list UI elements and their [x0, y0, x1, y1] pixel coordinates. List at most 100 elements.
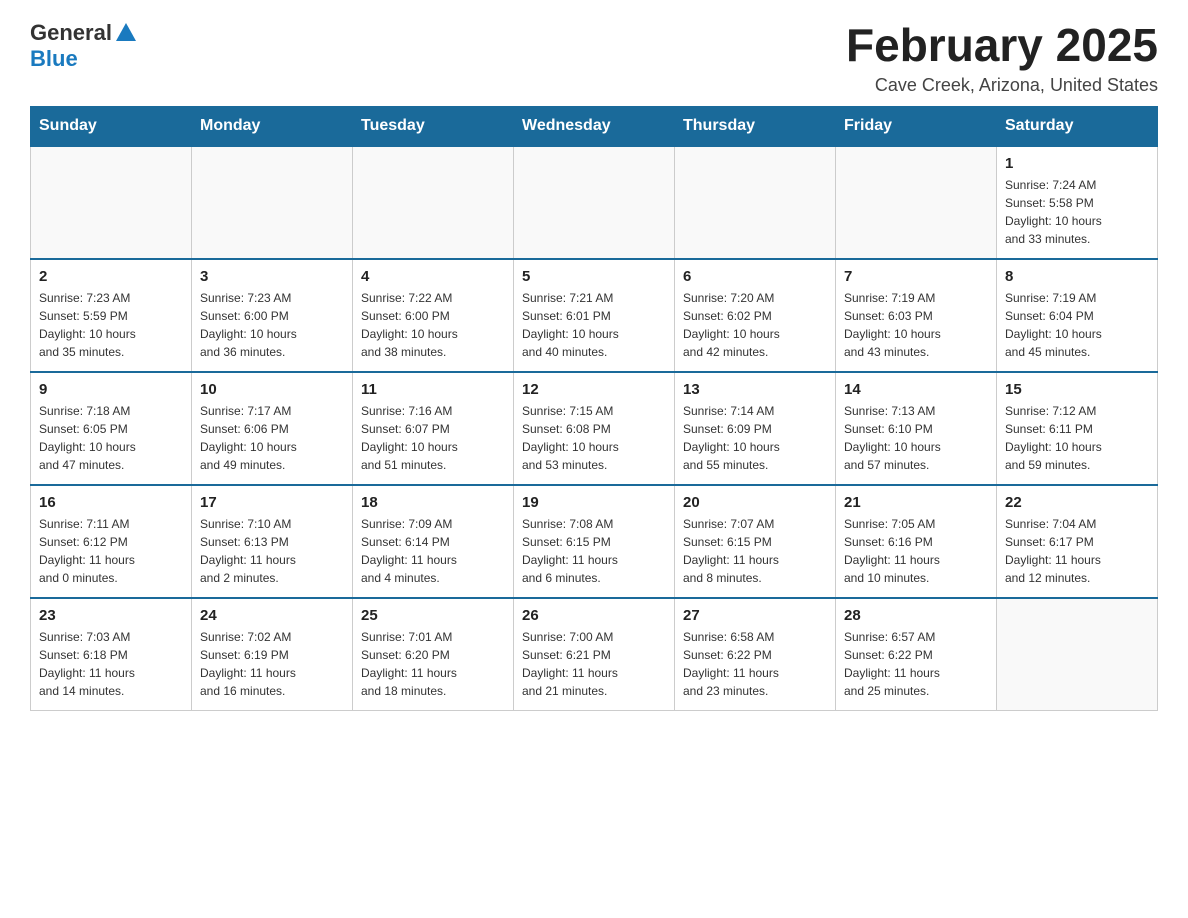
day-info: Sunrise: 7:18 AMSunset: 6:05 PMDaylight:…	[39, 402, 183, 474]
calendar-cell	[192, 146, 353, 259]
day-info: Sunrise: 6:57 AMSunset: 6:22 PMDaylight:…	[844, 628, 988, 700]
calendar-cell: 17 Sunrise: 7:10 AMSunset: 6:13 PMDayligh…	[192, 485, 353, 598]
page-header: General Blue February 2025 Cave Creek, A…	[30, 20, 1158, 96]
day-info: Sunrise: 7:15 AMSunset: 6:08 PMDaylight:…	[522, 402, 666, 474]
day-info: Sunrise: 7:24 AMSunset: 5:58 PMDaylight:…	[1005, 176, 1149, 248]
day-number: 27	[683, 607, 827, 624]
calendar-cell: 18 Sunrise: 7:09 AMSunset: 6:14 PMDayligh…	[353, 485, 514, 598]
calendar-cell	[997, 598, 1158, 711]
calendar-cell: 19 Sunrise: 7:08 AMSunset: 6:15 PMDayligh…	[514, 485, 675, 598]
month-title: February 2025	[846, 20, 1158, 71]
day-info: Sunrise: 7:08 AMSunset: 6:15 PMDaylight:…	[522, 515, 666, 587]
logo-general-label: General	[30, 20, 112, 46]
day-info: Sunrise: 7:12 AMSunset: 6:11 PMDaylight:…	[1005, 402, 1149, 474]
calendar-cell: 27 Sunrise: 6:58 AMSunset: 6:22 PMDayligh…	[675, 598, 836, 711]
header-row: SundayMondayTuesdayWednesdayThursdayFrid…	[31, 106, 1158, 146]
day-info: Sunrise: 7:00 AMSunset: 6:21 PMDaylight:…	[522, 628, 666, 700]
calendar-cell: 16 Sunrise: 7:11 AMSunset: 6:12 PMDayligh…	[31, 485, 192, 598]
day-info: Sunrise: 7:04 AMSunset: 6:17 PMDaylight:…	[1005, 515, 1149, 587]
day-number: 15	[1005, 381, 1149, 398]
day-info: Sunrise: 7:01 AMSunset: 6:20 PMDaylight:…	[361, 628, 505, 700]
calendar-cell	[675, 146, 836, 259]
calendar-cell: 7 Sunrise: 7:19 AMSunset: 6:03 PMDaylight…	[836, 259, 997, 372]
header-day-wednesday: Wednesday	[514, 106, 675, 146]
day-number: 8	[1005, 268, 1149, 285]
calendar-cell: 20 Sunrise: 7:07 AMSunset: 6:15 PMDayligh…	[675, 485, 836, 598]
week-row-2: 2 Sunrise: 7:23 AMSunset: 5:59 PMDaylight…	[31, 259, 1158, 372]
calendar-cell: 9 Sunrise: 7:18 AMSunset: 6:05 PMDaylight…	[31, 372, 192, 485]
calendar-cell: 4 Sunrise: 7:22 AMSunset: 6:00 PMDaylight…	[353, 259, 514, 372]
day-number: 3	[200, 268, 344, 285]
day-number: 20	[683, 494, 827, 511]
day-info: Sunrise: 7:17 AMSunset: 6:06 PMDaylight:…	[200, 402, 344, 474]
calendar-cell: 25 Sunrise: 7:01 AMSunset: 6:20 PMDayligh…	[353, 598, 514, 711]
day-number: 17	[200, 494, 344, 511]
calendar-cell: 22 Sunrise: 7:04 AMSunset: 6:17 PMDayligh…	[997, 485, 1158, 598]
calendar-cell: 11 Sunrise: 7:16 AMSunset: 6:07 PMDayligh…	[353, 372, 514, 485]
calendar-cell: 24 Sunrise: 7:02 AMSunset: 6:19 PMDayligh…	[192, 598, 353, 711]
day-number: 5	[522, 268, 666, 285]
week-row-5: 23 Sunrise: 7:03 AMSunset: 6:18 PMDayligh…	[31, 598, 1158, 711]
day-number: 28	[844, 607, 988, 624]
day-info: Sunrise: 7:19 AMSunset: 6:04 PMDaylight:…	[1005, 289, 1149, 361]
day-number: 19	[522, 494, 666, 511]
header-day-saturday: Saturday	[997, 106, 1158, 146]
day-info: Sunrise: 7:02 AMSunset: 6:19 PMDaylight:…	[200, 628, 344, 700]
calendar-cell	[353, 146, 514, 259]
header-day-friday: Friday	[836, 106, 997, 146]
header-day-monday: Monday	[192, 106, 353, 146]
calendar-cell: 5 Sunrise: 7:21 AMSunset: 6:01 PMDaylight…	[514, 259, 675, 372]
day-number: 14	[844, 381, 988, 398]
day-number: 2	[39, 268, 183, 285]
day-info: Sunrise: 7:03 AMSunset: 6:18 PMDaylight:…	[39, 628, 183, 700]
calendar-body: 1Sunrise: 7:24 AMSunset: 5:58 PMDaylight…	[31, 146, 1158, 711]
logo-triangle-icon	[116, 23, 136, 41]
calendar-cell: 12Sunrise: 7:15 AMSunset: 6:08 PMDayligh…	[514, 372, 675, 485]
day-number: 22	[1005, 494, 1149, 511]
day-info: Sunrise: 7:11 AMSunset: 6:12 PMDaylight:…	[39, 515, 183, 587]
day-info: Sunrise: 7:16 AMSunset: 6:07 PMDaylight:…	[361, 402, 505, 474]
day-number: 4	[361, 268, 505, 285]
day-info: Sunrise: 7:13 AMSunset: 6:10 PMDaylight:…	[844, 402, 988, 474]
day-info: Sunrise: 7:10 AMSunset: 6:13 PMDaylight:…	[200, 515, 344, 587]
day-info: Sunrise: 7:23 AMSunset: 5:59 PMDaylight:…	[39, 289, 183, 361]
day-info: Sunrise: 6:58 AMSunset: 6:22 PMDaylight:…	[683, 628, 827, 700]
logo: General Blue	[30, 20, 136, 72]
day-info: Sunrise: 7:22 AMSunset: 6:00 PMDaylight:…	[361, 289, 505, 361]
day-info: Sunrise: 7:14 AMSunset: 6:09 PMDaylight:…	[683, 402, 827, 474]
logo-blue-text: Blue	[30, 46, 78, 72]
calendar-table: SundayMondayTuesdayWednesdayThursdayFrid…	[30, 106, 1158, 711]
calendar-cell: 28 Sunrise: 6:57 AMSunset: 6:22 PMDayligh…	[836, 598, 997, 711]
day-number: 7	[844, 268, 988, 285]
calendar-cell: 26 Sunrise: 7:00 AMSunset: 6:21 PMDayligh…	[514, 598, 675, 711]
calendar-cell: 3 Sunrise: 7:23 AMSunset: 6:00 PMDaylight…	[192, 259, 353, 372]
day-number: 11	[361, 381, 505, 398]
week-row-3: 9 Sunrise: 7:18 AMSunset: 6:05 PMDaylight…	[31, 372, 1158, 485]
day-number: 9	[39, 381, 183, 398]
week-row-1: 1Sunrise: 7:24 AMSunset: 5:58 PMDaylight…	[31, 146, 1158, 259]
calendar-cell: 1Sunrise: 7:24 AMSunset: 5:58 PMDaylight…	[997, 146, 1158, 259]
day-number: 25	[361, 607, 505, 624]
day-number: 16	[39, 494, 183, 511]
calendar-cell	[31, 146, 192, 259]
title-section: February 2025 Cave Creek, Arizona, Unite…	[846, 20, 1158, 96]
day-info: Sunrise: 7:05 AMSunset: 6:16 PMDaylight:…	[844, 515, 988, 587]
day-number: 13	[683, 381, 827, 398]
calendar-cell: 14 Sunrise: 7:13 AMSunset: 6:10 PMDayligh…	[836, 372, 997, 485]
calendar-cell: 2 Sunrise: 7:23 AMSunset: 5:59 PMDaylight…	[31, 259, 192, 372]
header-day-tuesday: Tuesday	[353, 106, 514, 146]
day-info: Sunrise: 7:21 AMSunset: 6:01 PMDaylight:…	[522, 289, 666, 361]
day-info: Sunrise: 7:09 AMSunset: 6:14 PMDaylight:…	[361, 515, 505, 587]
day-info: Sunrise: 7:20 AMSunset: 6:02 PMDaylight:…	[683, 289, 827, 361]
calendar-header: SundayMondayTuesdayWednesdayThursdayFrid…	[31, 106, 1158, 146]
day-number: 26	[522, 607, 666, 624]
calendar-cell	[514, 146, 675, 259]
day-number: 6	[683, 268, 827, 285]
day-info: Sunrise: 7:07 AMSunset: 6:15 PMDaylight:…	[683, 515, 827, 587]
day-number: 18	[361, 494, 505, 511]
day-info: Sunrise: 7:19 AMSunset: 6:03 PMDaylight:…	[844, 289, 988, 361]
header-day-sunday: Sunday	[31, 106, 192, 146]
day-number: 23	[39, 607, 183, 624]
day-info: Sunrise: 7:23 AMSunset: 6:00 PMDaylight:…	[200, 289, 344, 361]
day-number: 24	[200, 607, 344, 624]
